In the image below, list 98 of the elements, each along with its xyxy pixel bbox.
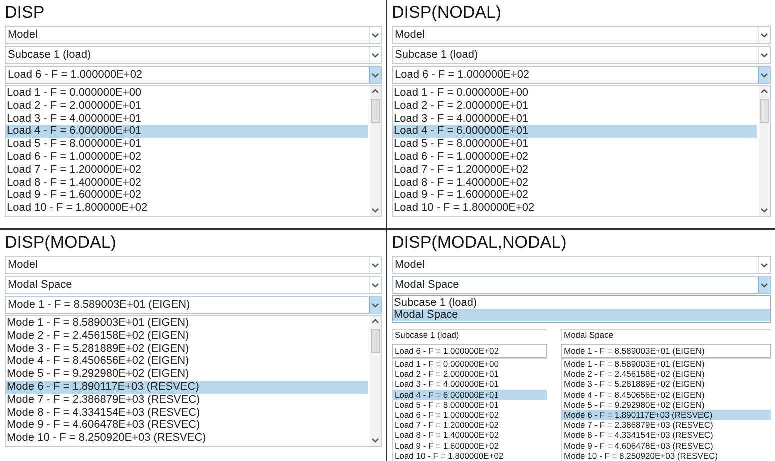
panel-title: DISP(MODAL,NODAL) (392, 232, 567, 254)
dropdown-field[interactable]: Mode 1 - F = 8.589003E+01 (EIGEN) (561, 344, 771, 358)
chevron-down-icon (761, 282, 768, 288)
list-item[interactable]: Load 8 - F = 1.400000E+02 (393, 430, 547, 440)
dropdown-field[interactable]: Load 6 - F = 1.000000E+02 (5, 66, 382, 84)
list-item[interactable]: Load 1 - F = 0.000000E+00 (6, 87, 368, 100)
chevron-down-icon (761, 72, 768, 78)
dropdown-field[interactable]: Model (5, 26, 382, 44)
scrollbar-thumb[interactable] (371, 99, 380, 123)
list-item[interactable]: Mode 1 - F = 8.589003E+01 (EIGEN) (6, 317, 368, 330)
list-item[interactable]: Mode 10 - F = 8.250920E+03 (RESVEC) (562, 450, 771, 461)
dropdown-arrow-button[interactable] (369, 297, 381, 313)
list-item[interactable]: Mode 2 - F = 2.456158E+02 (EIGEN) (562, 369, 771, 380)
list-item[interactable]: Load 10 - F = 1.800000E+02 (393, 202, 757, 215)
scroll-down-icon (761, 208, 768, 213)
chevron-down-icon (761, 32, 768, 38)
dropdown-arrow-button[interactable] (758, 67, 770, 83)
panel-title: DISP(MODAL) (5, 232, 116, 254)
list-item[interactable]: Mode 3 - F = 5.281889E+02 (EIGEN) (562, 379, 771, 390)
dropdown-arrow-button[interactable] (369, 67, 381, 83)
list-item[interactable]: Load 9 - F = 1.600000E+02 (393, 440, 547, 451)
list-item[interactable]: Mode 9 - F = 4.606478E+03 (RESVEC) (6, 419, 368, 432)
list-item[interactable]: Load 2 - F = 2.000000E+01 (393, 100, 757, 113)
list-item[interactable]: Modal Space (393, 309, 770, 321)
chevron-down-icon (761, 52, 768, 58)
list-item[interactable]: Load 6 - F = 1.000000E+02 (6, 150, 368, 164)
list-item[interactable]: Load 10 - F = 1.800000E+02 (6, 202, 368, 215)
scrollbar[interactable] (370, 316, 381, 446)
dropdown-field[interactable]: Subcase 1 (load) (392, 46, 771, 64)
list-item[interactable]: Load 3 - F = 4.000000E+01 (393, 112, 757, 126)
dropdown-field[interactable]: Model (5, 256, 382, 274)
list-item[interactable]: Mode 8 - F = 4.334154E+03 (RESVEC) (562, 430, 771, 440)
dropdown-field[interactable]: Model (392, 256, 771, 274)
list-item[interactable]: Load 2 - F = 2.000000E+01 (6, 100, 368, 113)
chevron-down-icon (372, 282, 379, 288)
dropdown-field[interactable]: Modal Space (5, 276, 382, 294)
list-item[interactable]: Subcase 1 (load) (393, 297, 770, 309)
list-item[interactable]: Load 3 - F = 4.000000E+01 (393, 379, 547, 390)
list-item[interactable]: Load 7 - F = 1.200000E+02 (393, 164, 757, 177)
scrollbar[interactable] (370, 86, 381, 216)
list-item[interactable]: Mode 4 - F = 8.450656E+02 (EIGEN) (6, 355, 368, 368)
list-item[interactable]: Load 5 - F = 8.000000E+01 (393, 138, 757, 151)
list-item[interactable]: Load 4 - F = 6.000000E+01 (393, 125, 757, 138)
list-item[interactable]: Mode 3 - F = 5.281889E+02 (EIGEN) (6, 342, 368, 356)
chevron-down-icon (372, 52, 379, 58)
panel-title: DISP (5, 2, 45, 24)
scrollbar-thumb[interactable] (371, 329, 380, 353)
chevron-down-icon (372, 32, 379, 38)
list-item[interactable]: Load 8 - F = 1.400000E+02 (6, 176, 368, 190)
list-item[interactable]: Load 1 - F = 0.000000E+00 (393, 87, 757, 100)
list-item[interactable]: Load 6 - F = 1.000000E+02 (393, 410, 547, 420)
list-item[interactable]: Mode 8 - F = 4.334154E+03 (RESVEC) (6, 406, 368, 420)
dropdown-field[interactable]: Load 6 - F = 1.000000E+02 (392, 66, 771, 84)
chevron-down-icon (372, 262, 379, 268)
list-item[interactable]: Load 5 - F = 8.000000E+01 (393, 400, 547, 410)
chevron-down-icon (372, 72, 379, 78)
list-item[interactable]: Mode 4 - F = 8.450656E+02 (EIGEN) (562, 390, 771, 400)
list-item[interactable]: Mode 2 - F = 2.456158E+02 (EIGEN) (6, 330, 368, 343)
scroll-down-icon (372, 208, 379, 213)
panel-title: DISP(NODAL) (392, 2, 502, 24)
list-item[interactable]: Load 6 - F = 1.000000E+02 (393, 150, 757, 164)
subpanel-header: Modal Space (561, 329, 771, 341)
list-item[interactable]: Mode 6 - F = 1.890117E+03 (RESVEC) (562, 410, 771, 420)
list-item[interactable]: Load 7 - F = 1.200000E+02 (6, 164, 368, 177)
list-item[interactable]: Mode 5 - F = 9.292980E+02 (EIGEN) (562, 400, 771, 410)
dropdown-arrow-button[interactable] (758, 277, 770, 293)
list-item[interactable]: Load 2 - F = 2.000000E+01 (393, 369, 547, 380)
list-item[interactable]: Mode 9 - F = 4.606478E+03 (RESVEC) (562, 440, 771, 451)
list-item[interactable]: Mode 5 - F = 9.292980E+02 (EIGEN) (6, 368, 368, 381)
list-item[interactable]: Load 1 - F = 0.000000E+00 (393, 359, 547, 370)
list-item[interactable]: Load 4 - F = 6.000000E+01 (6, 125, 368, 138)
dropdown-field[interactable]: Subcase 1 (load) (5, 46, 382, 64)
list-item[interactable]: Mode 6 - F = 1.890117E+03 (RESVEC) (6, 380, 368, 394)
list-item[interactable]: Load 4 - F = 6.000000E+01 (393, 390, 547, 400)
dropdown-field[interactable]: Mode 1 - F = 8.589003E+01 (EIGEN) (5, 296, 382, 314)
list-item[interactable]: Mode 10 - F = 8.250920E+03 (RESVEC) (6, 432, 368, 445)
chevron-down-icon (761, 262, 768, 268)
scrollbar-thumb[interactable] (760, 99, 769, 123)
dropdown-field[interactable]: Model (392, 26, 771, 44)
list-item[interactable]: Mode 1 - F = 8.589003E+01 (EIGEN) (562, 359, 771, 370)
dropdown-field[interactable]: Modal Space (392, 276, 771, 294)
scroll-up-icon (372, 89, 379, 94)
chevron-down-icon (372, 302, 379, 308)
list-item[interactable]: Mode 7 - F = 2.386879E+03 (RESVEC) (6, 394, 368, 407)
scroll-down-icon (372, 438, 379, 443)
list-item[interactable]: Load 7 - F = 1.200000E+02 (393, 420, 547, 430)
subpanel-header: Subcase 1 (load) (392, 329, 547, 341)
list-item[interactable]: Load 5 - F = 8.000000E+01 (6, 138, 368, 151)
list-item[interactable]: Load 3 - F = 4.000000E+01 (6, 112, 368, 126)
list-item[interactable]: Load 9 - F = 1.600000E+02 (393, 189, 757, 202)
dropdown-field[interactable]: Load 6 - F = 1.000000E+02 (392, 344, 547, 358)
list-item[interactable]: Mode 7 - F = 2.386879E+03 (RESVEC) (562, 420, 771, 430)
list-item[interactable]: Load 9 - F = 1.600000E+02 (6, 189, 368, 202)
scrollbar[interactable] (759, 86, 770, 216)
scroll-up-icon (372, 319, 379, 324)
scroll-up-icon (761, 89, 768, 94)
list-item[interactable]: Load 10 - F = 1.800000E+02 (393, 450, 547, 461)
list-item[interactable]: Load 8 - F = 1.400000E+02 (393, 176, 757, 190)
